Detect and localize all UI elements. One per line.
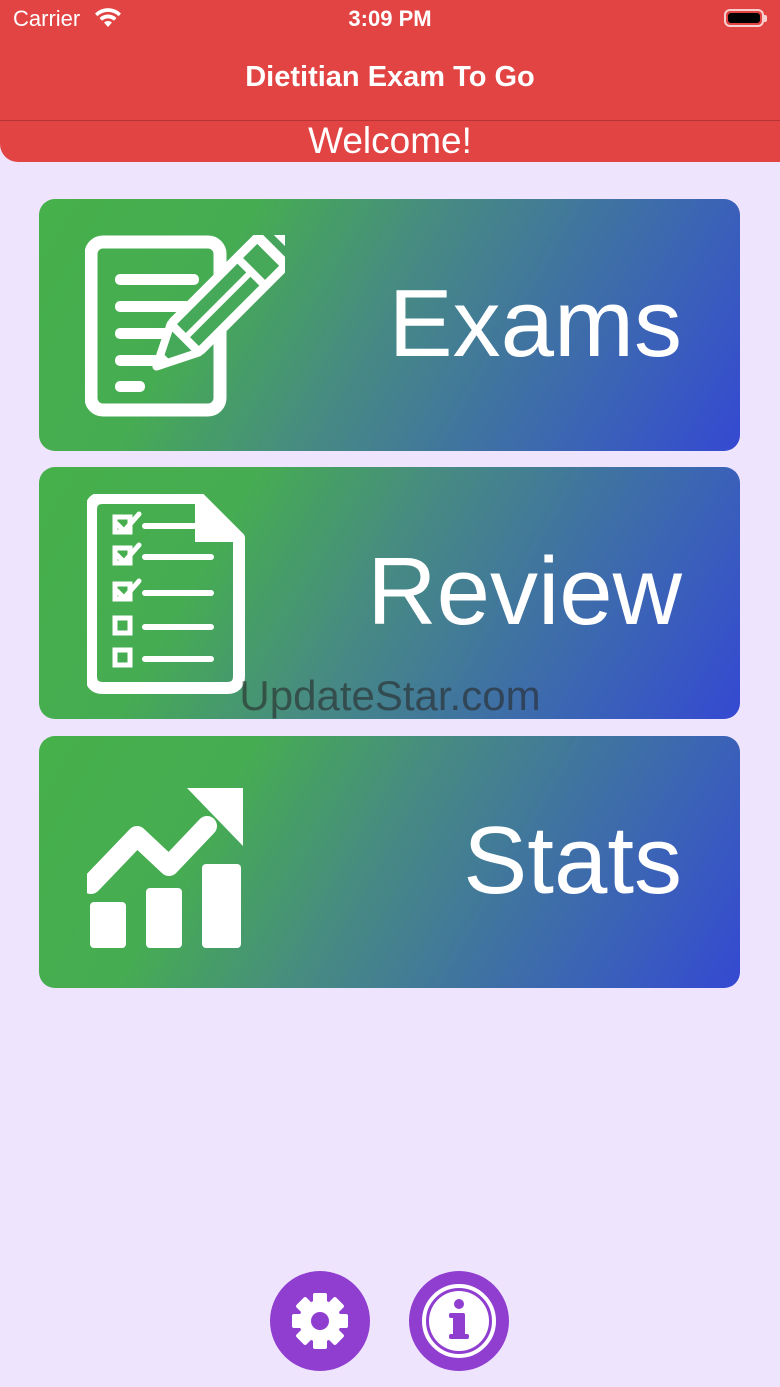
- settings-button[interactable]: [270, 1271, 370, 1371]
- welcome-banner: Welcome!: [308, 120, 472, 161]
- info-button[interactable]: [409, 1271, 509, 1371]
- battery-icon: [724, 9, 767, 27]
- stats-button[interactable]: Stats: [39, 736, 740, 988]
- gear-icon: [292, 1293, 348, 1349]
- stats-label: Stats: [463, 807, 682, 914]
- exams-button[interactable]: Exams: [39, 199, 740, 451]
- header: Carrier 3:09 PM Dietitian Exam To Go Wel…: [0, 0, 780, 162]
- checklist-icon: [85, 492, 247, 699]
- clock: 3:09 PM: [348, 6, 432, 31]
- exams-label: Exams: [388, 270, 682, 377]
- exam-pencil-icon: [84, 222, 301, 422]
- watermark-text: UpdateStar.com: [239, 672, 541, 719]
- status-bar: Carrier 3:09 PM: [0, 0, 780, 40]
- info-icon: [422, 1284, 496, 1358]
- stats-chart-icon: [81, 784, 247, 959]
- app-title: Dietitian Exam To Go: [245, 61, 535, 93]
- review-label: Review: [367, 538, 682, 645]
